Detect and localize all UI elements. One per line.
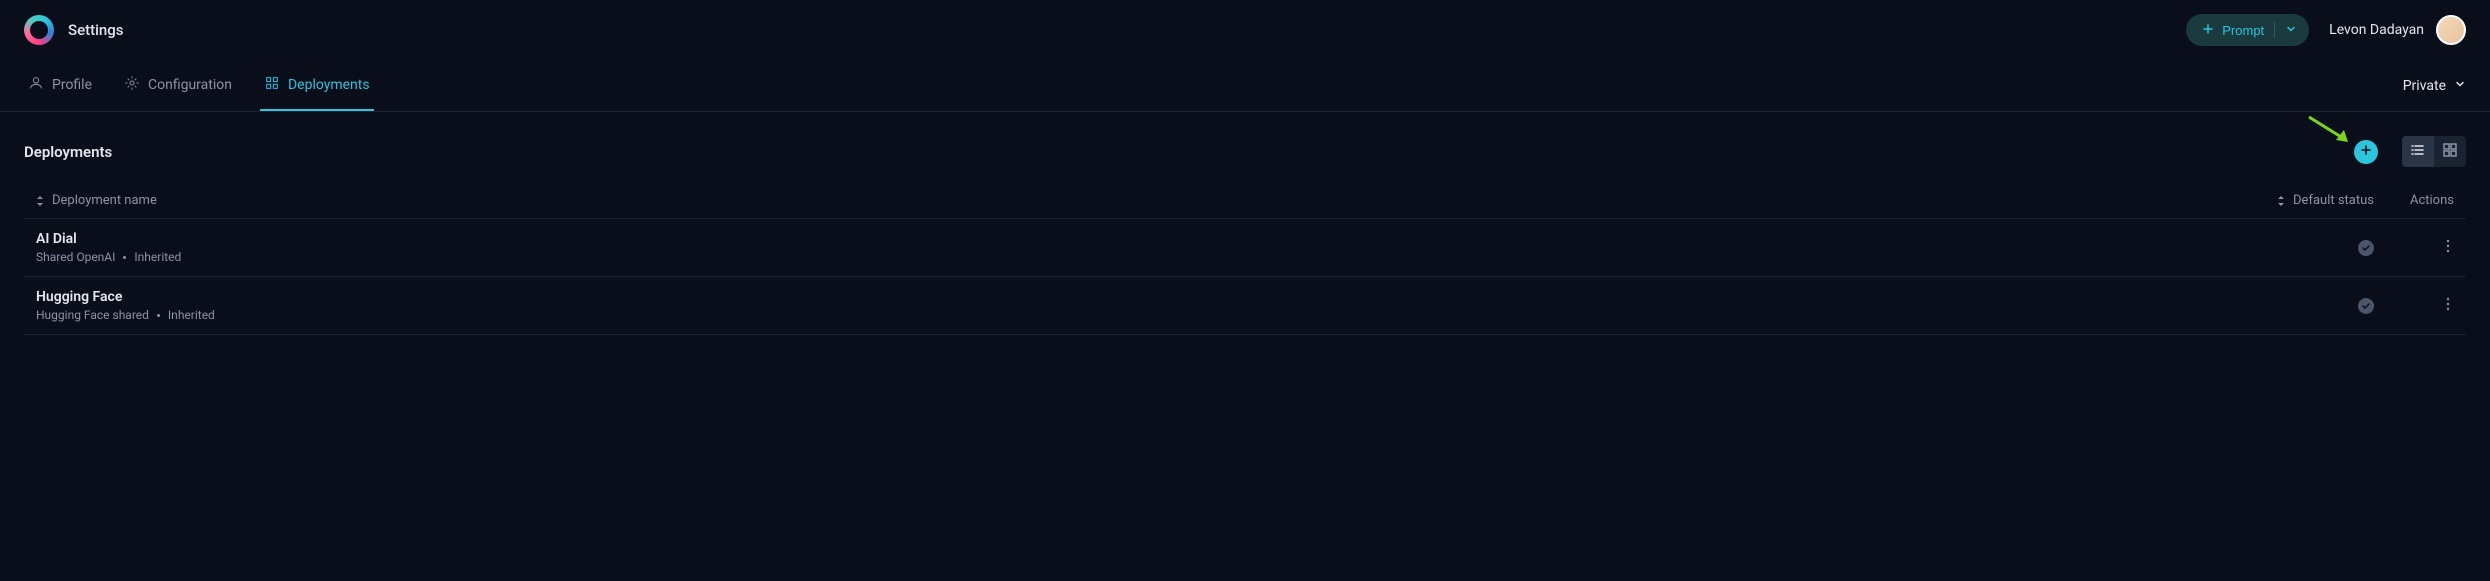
check-icon [2358, 298, 2374, 314]
grid-view-button[interactable] [2434, 136, 2466, 167]
top-bar-left: Settings [24, 15, 124, 45]
table-row[interactable]: Hugging Face Hugging Face shared Inherit… [24, 277, 2466, 335]
column-header-name[interactable]: Deployment name [36, 193, 2234, 208]
user-icon [28, 75, 44, 95]
sort-icon [2277, 196, 2285, 206]
column-label: Actions [2410, 193, 2454, 208]
status-cell [2234, 298, 2374, 314]
deployment-inheritance: Inherited [168, 308, 215, 322]
column-header-status[interactable]: Default status [2234, 193, 2374, 208]
section-actions [2354, 136, 2466, 167]
list-view-button[interactable] [2402, 136, 2434, 167]
top-bar: Settings Prompt Levon Dadayan [0, 0, 2490, 61]
deployment-cell: AI Dial Shared OpenAI Inherited [36, 231, 2234, 264]
deployment-name: Hugging Face [36, 289, 215, 305]
avatar [2436, 15, 2466, 45]
tab-label: Configuration [148, 77, 232, 93]
visibility-dropdown[interactable]: Private [2403, 78, 2466, 94]
dot-separator [123, 256, 126, 259]
deployment-cell: Hugging Face Hugging Face shared Inherit… [36, 289, 2234, 322]
deployment-name: AI Dial [36, 231, 181, 247]
deployment-source: Hugging Face shared [36, 308, 149, 322]
section-title: Deployments [24, 143, 112, 161]
tab-label: Profile [52, 77, 92, 93]
tabs: Profile Configuration Deployments [24, 61, 374, 111]
gear-icon [124, 75, 140, 95]
deployment-meta: Hugging Face shared Inherited [36, 308, 215, 322]
list-icon [2410, 142, 2426, 161]
column-label: Deployment name [52, 193, 157, 208]
top-bar-right: Prompt Levon Dadayan [2186, 14, 2466, 46]
tab-profile[interactable]: Profile [24, 61, 96, 111]
view-toggle [2402, 136, 2466, 167]
page-title: Settings [68, 21, 124, 39]
content-area: Deployments [0, 112, 2490, 359]
deployment-meta: Shared OpenAI Inherited [36, 250, 181, 264]
row-actions-menu[interactable] [2374, 239, 2454, 257]
user-menu[interactable]: Levon Dadayan [2329, 15, 2466, 45]
sort-icon [36, 196, 44, 206]
check-icon [2358, 240, 2374, 256]
row-actions-menu[interactable] [2374, 297, 2454, 315]
more-vertical-icon [2446, 239, 2450, 257]
deployments-table: Deployment name Default status Actions A… [24, 183, 2466, 335]
chevron-down-icon [2285, 23, 2297, 38]
status-cell [2234, 240, 2374, 256]
more-vertical-icon [2446, 297, 2450, 315]
prompt-button[interactable]: Prompt [2186, 14, 2309, 46]
chevron-down-icon [2454, 78, 2466, 94]
divider [2274, 22, 2275, 38]
deployment-source: Shared OpenAI [36, 250, 115, 264]
table-header: Deployment name Default status Actions [24, 183, 2466, 219]
plus-icon [2202, 23, 2214, 38]
deployment-inheritance: Inherited [134, 250, 181, 264]
plus-icon [2359, 143, 2373, 160]
column-header-actions: Actions [2374, 193, 2454, 208]
annotation-arrow-icon [2304, 112, 2360, 152]
visibility-label: Private [2403, 78, 2446, 94]
dot-separator [157, 314, 160, 317]
grid-icon [264, 75, 280, 95]
prompt-button-label: Prompt [2222, 23, 2264, 38]
column-label: Default status [2293, 193, 2374, 208]
user-name: Levon Dadayan [2329, 22, 2424, 38]
section-header: Deployments [24, 136, 2466, 167]
tab-label: Deployments [288, 77, 370, 93]
tabs-row: Profile Configuration Deployments Privat… [0, 61, 2490, 112]
tab-configuration[interactable]: Configuration [120, 61, 236, 111]
table-row[interactable]: AI Dial Shared OpenAI Inherited [24, 219, 2466, 277]
grid-icon [2442, 142, 2458, 161]
add-deployment-button[interactable] [2354, 140, 2378, 164]
app-logo[interactable] [24, 15, 54, 45]
tab-deployments[interactable]: Deployments [260, 61, 374, 111]
